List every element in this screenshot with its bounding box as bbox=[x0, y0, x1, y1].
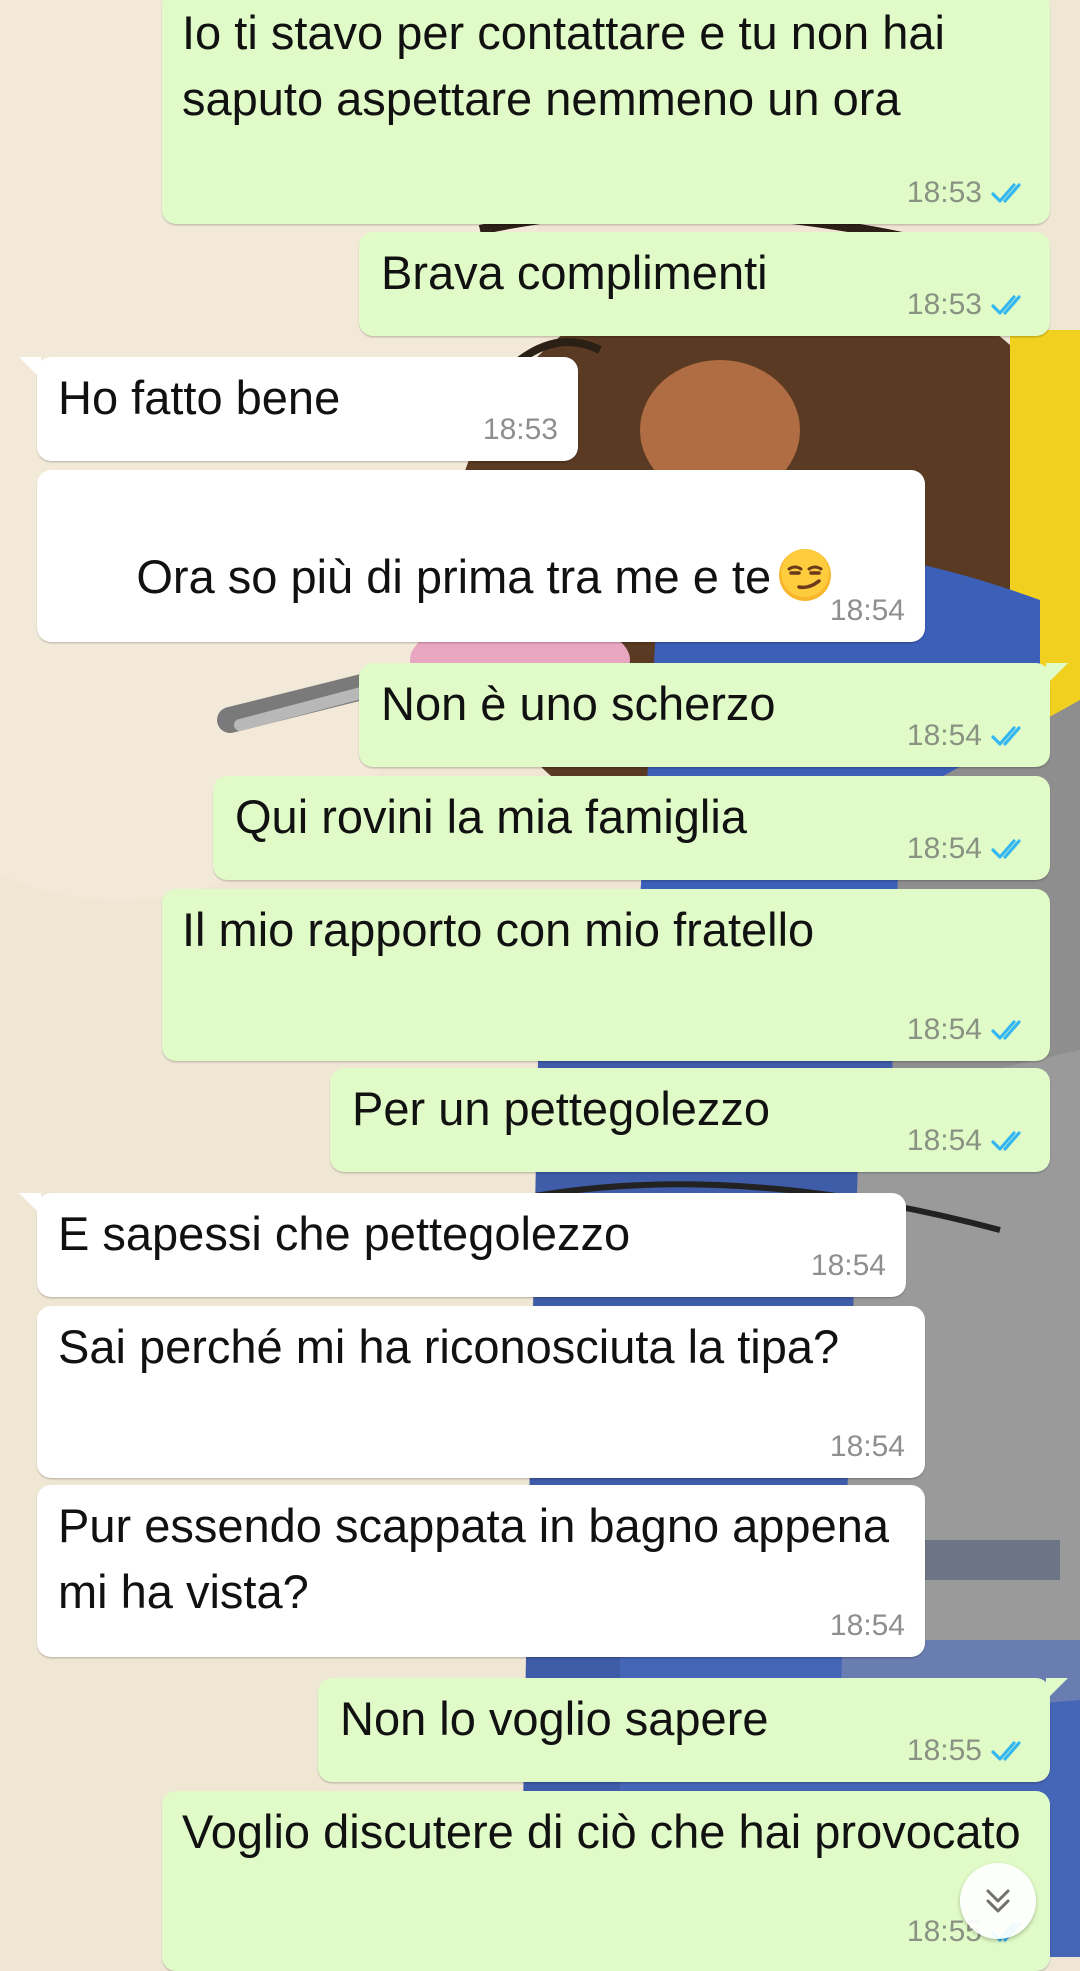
smirking-face-emoji-icon bbox=[779, 549, 832, 601]
incoming-message[interactable]: Sai perché mi ha riconosciuta la tipa? 1… bbox=[37, 1306, 925, 1478]
message-text: Io ti stavo per contattare e tu non hai … bbox=[182, 6, 958, 125]
bubble-tail bbox=[19, 1193, 41, 1215]
message-time: 18:55 bbox=[906, 1734, 982, 1767]
outgoing-message[interactable]: Per un pettegolezzo 18:54 bbox=[330, 1068, 1050, 1172]
outgoing-message[interactable]: Qui rovini la mia famiglia 18:54 bbox=[213, 776, 1050, 880]
double-chevron-down-icon bbox=[986, 1889, 1010, 1913]
message-text: E sapessi che pettegolezzo bbox=[58, 1207, 631, 1260]
message-time: 18:54 bbox=[810, 1249, 886, 1282]
double-check-read-icon bbox=[991, 183, 1021, 203]
double-check-read-icon bbox=[991, 1131, 1021, 1151]
message-text: Il mio rapporto con mio fratello bbox=[182, 903, 815, 956]
incoming-message[interactable]: Pur essendo scappata in bagno appena mi … bbox=[37, 1485, 925, 1657]
message-text: Ora so più di prima tra me e te bbox=[136, 550, 772, 603]
outgoing-message[interactable]: Non lo voglio sapere 18:55 bbox=[318, 1678, 1068, 1782]
message-time: 18:53 bbox=[906, 176, 982, 209]
outgoing-message[interactable]: Non è uno scherzo 18:54 bbox=[359, 663, 1068, 767]
outgoing-message[interactable]: Il mio rapporto con mio fratello 18:54 bbox=[162, 889, 1050, 1061]
scroll-to-bottom-button[interactable] bbox=[960, 1863, 1036, 1939]
outgoing-message[interactable]: Io ti stavo per contattare e tu non hai … bbox=[162, 0, 1050, 224]
bubble-tail bbox=[19, 357, 41, 379]
bubble-tail bbox=[1046, 1678, 1068, 1700]
message-time: 18:54 bbox=[829, 1430, 905, 1463]
double-check-read-icon bbox=[991, 1020, 1021, 1040]
double-check-read-icon bbox=[991, 295, 1021, 315]
bubble-tail bbox=[1046, 663, 1068, 685]
message-time: 18:54 bbox=[906, 832, 982, 865]
message-content: Ora so più di prima tra me e te bbox=[58, 478, 905, 676]
message-time: 18:54 bbox=[906, 1124, 982, 1157]
message-text: Pur essendo scappata in bagno appena mi … bbox=[58, 1499, 903, 1618]
message-list[interactable]: Io ti stavo per contattare e tu non hai … bbox=[0, 0, 1080, 1971]
outgoing-message[interactable]: Voglio discutere di ciò che hai provocat… bbox=[162, 1791, 1050, 1971]
double-check-read-icon bbox=[991, 1741, 1021, 1761]
message-time: 18:53 bbox=[482, 413, 558, 446]
double-check-read-icon bbox=[991, 726, 1021, 746]
incoming-message[interactable]: Ho fatto bene 18:53 bbox=[19, 357, 578, 461]
outgoing-message[interactable]: Brava complimenti 18:53 bbox=[359, 232, 1050, 336]
message-time: 18:53 bbox=[906, 288, 982, 321]
message-text: Sai perché mi ha riconosciuta la tipa? bbox=[58, 1320, 840, 1373]
double-check-read-icon bbox=[991, 839, 1021, 859]
message-time: 18:54 bbox=[829, 1609, 905, 1642]
message-time: 18:54 bbox=[906, 719, 982, 752]
incoming-message[interactable]: Ora so più di prima tra me e te 18:54 bbox=[37, 470, 925, 642]
message-time: 18:54 bbox=[829, 594, 905, 627]
message-time: 18:54 bbox=[906, 1013, 982, 1046]
message-text: Voglio discutere di ciò che hai provocat… bbox=[182, 1805, 1021, 1858]
incoming-message[interactable]: E sapessi che pettegolezzo 18:54 bbox=[19, 1193, 906, 1297]
